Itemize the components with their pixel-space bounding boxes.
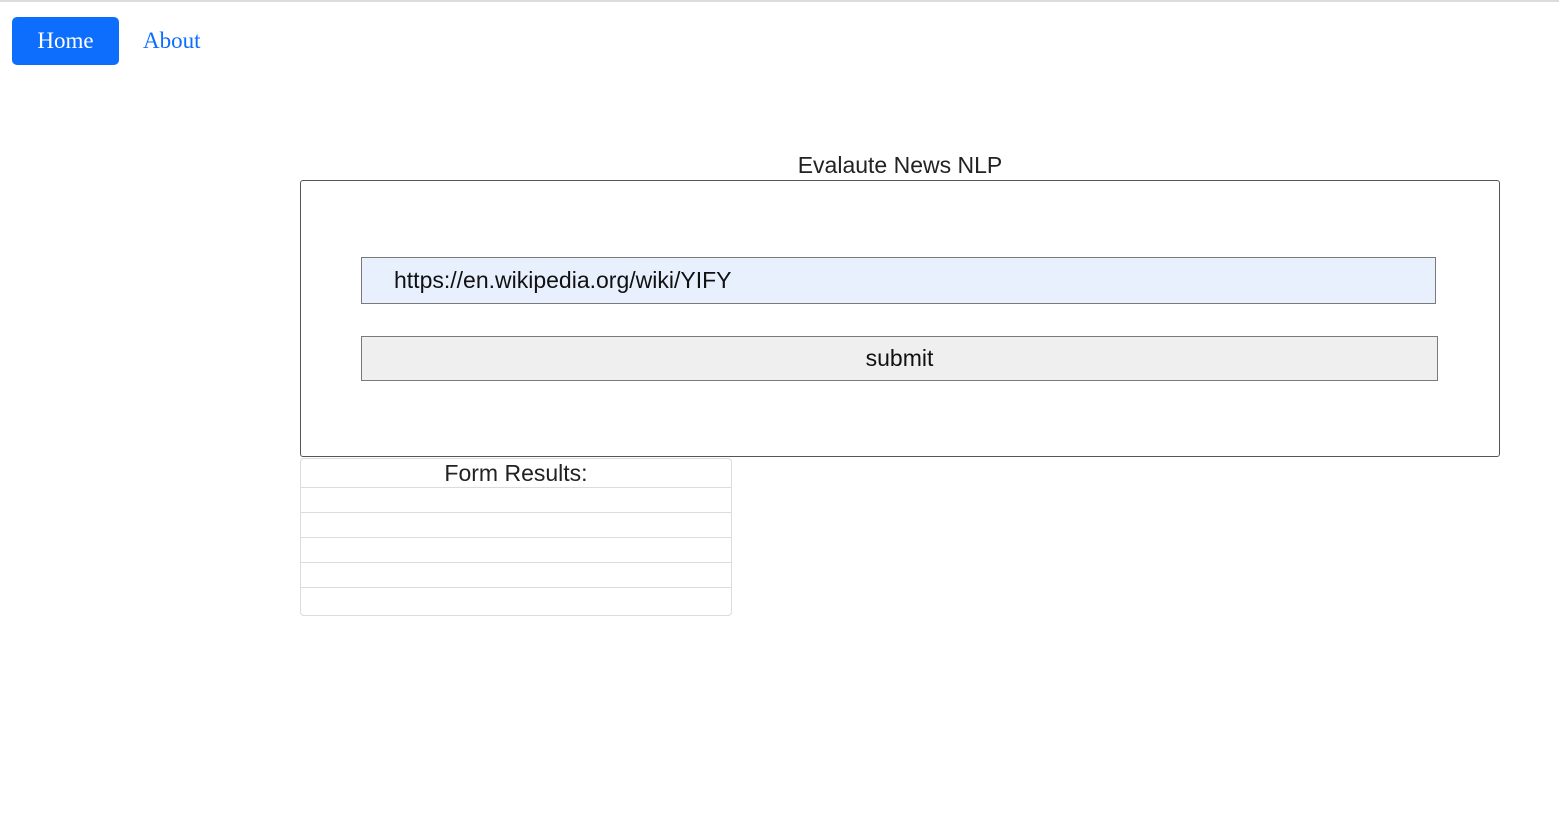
results-row (301, 538, 731, 563)
form-title: Evalaute News NLP (797, 152, 1003, 178)
results-row (301, 563, 731, 588)
form-results-panel: Form Results: (300, 458, 732, 616)
evaluate-form: submit (300, 180, 1500, 457)
nav-home-link[interactable]: Home (12, 17, 119, 65)
url-input[interactable] (361, 257, 1436, 304)
nav-about-link[interactable]: About (143, 28, 201, 54)
top-divider (0, 0, 1559, 2)
results-row (301, 513, 731, 538)
submit-button[interactable]: submit (361, 336, 1438, 381)
form-results-title: Form Results: (301, 459, 731, 488)
top-nav: Home About (12, 17, 201, 65)
results-row (301, 588, 731, 613)
results-row (301, 488, 731, 513)
